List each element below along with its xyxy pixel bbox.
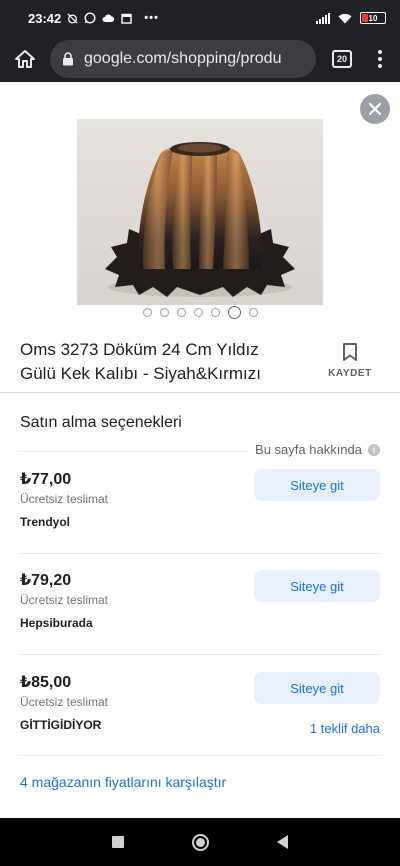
product-image[interactable] [77, 119, 323, 305]
tab-switcher-button[interactable]: 20 [332, 50, 352, 68]
close-button[interactable] [360, 94, 390, 124]
offer-row: ₺79,20 Ücretsiz teslimat Hepsiburada Sit… [20, 570, 380, 630]
divider [0, 392, 400, 393]
bookmark-icon [343, 343, 357, 361]
whatsapp-icon [84, 12, 96, 24]
carousel-dot[interactable] [176, 308, 186, 317]
lock-icon [62, 52, 74, 66]
browser-menu-button[interactable] [370, 50, 390, 68]
battery-icon: 10 [360, 12, 386, 24]
visit-site-button[interactable]: Siteye git [254, 672, 380, 704]
product-title: Oms 3273 Döküm 24 Cm Yıldız Gülü Kek Kal… [20, 340, 261, 383]
carousel-dot[interactable] [210, 308, 220, 317]
signal-icon [316, 12, 330, 24]
more-offers-link[interactable]: 1 teklif daha [310, 721, 380, 736]
divider [20, 451, 248, 452]
status-right: 10 [316, 12, 386, 24]
carousel-dot[interactable] [193, 308, 203, 317]
url-text: google.com/shopping/produ [84, 50, 282, 67]
carousel-dot-active[interactable] [227, 306, 241, 319]
home-icon [15, 50, 35, 68]
image-carousel-dots [0, 306, 400, 319]
divider [20, 755, 380, 756]
status-time: 23:42 [28, 10, 62, 26]
close-icon [368, 102, 382, 116]
divider [20, 654, 380, 655]
bundt-pan-picture [105, 142, 295, 297]
wifi-icon [338, 13, 352, 23]
info-icon: i [368, 443, 380, 456]
about-this-page-label: Bu sayfa hakkında [255, 442, 362, 457]
calendar-icon [121, 13, 132, 24]
cloud-icon [102, 14, 115, 22]
alarm-off-icon [67, 12, 78, 24]
purchase-options-title: Satın alma seçenekleri [20, 414, 182, 431]
system-navigation-bar [0, 818, 400, 866]
browser-toolbar: google.com/shopping/produ 20 [0, 36, 400, 82]
carousel-dot[interactable] [159, 308, 169, 317]
battery-level: 10 [368, 13, 378, 23]
save-button[interactable]: KAYDET [320, 338, 380, 386]
status-bar: 23:42 ••• 10 [0, 0, 400, 36]
about-this-page-link[interactable]: Bu sayfa hakkında i [255, 442, 380, 457]
carousel-dot[interactable] [142, 308, 152, 317]
carousel-dot[interactable] [248, 308, 258, 317]
visit-site-button[interactable]: Siteye git [254, 469, 380, 501]
offer-store: Trendyol [20, 515, 71, 529]
shopping-panel: Oms 3273 Döküm 24 Cm Yıldız Gülü Kek Kal… [0, 82, 400, 818]
divider [20, 553, 380, 554]
offer-store: Hepsiburada [20, 616, 93, 630]
back-button[interactable] [277, 835, 288, 849]
offer-row: ₺77,00 Ücretsiz teslimat Trendyol Siteye… [20, 469, 380, 529]
product-header: Oms 3273 Döküm 24 Cm Yıldız Gülü Kek Kal… [20, 338, 380, 386]
notification-icons: ••• [67, 12, 159, 24]
compare-prices-link[interactable]: 4 mağazanın fiyatlarını karşılaştır [20, 774, 226, 790]
visit-site-button[interactable]: Siteye git [254, 570, 380, 602]
save-label: KAYDET [328, 368, 372, 379]
home-button[interactable] [10, 44, 40, 74]
recent-apps-button[interactable] [112, 836, 124, 848]
home-nav-button[interactable] [192, 833, 209, 851]
address-bar[interactable]: google.com/shopping/produ [50, 40, 316, 78]
more-notifications-icon: ••• [144, 12, 159, 24]
